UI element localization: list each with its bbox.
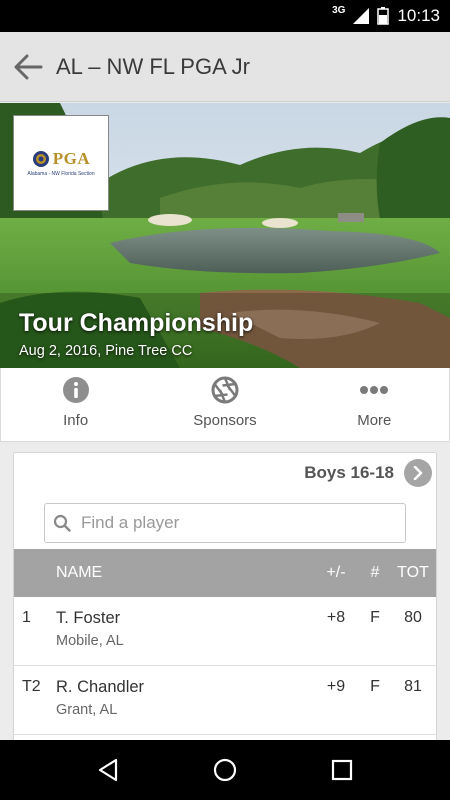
player-total: 81 [404,678,422,695]
player-score-diff: +9 [326,678,346,695]
tab-info-label: Info [63,412,89,429]
column-total: TOT [397,564,429,581]
more-dots-icon [360,386,389,394]
player-search-input[interactable] [81,513,381,533]
pga-section-logo: PGA Alabama - NW Florida Section [13,115,109,211]
nav-home-button[interactable] [200,745,250,795]
back-button[interactable] [0,32,56,102]
nav-home-icon [213,758,237,782]
table-row[interactable]: 1 T. Foster Mobile, AL +8 F 80 [14,597,436,666]
battery-icon [377,7,390,25]
column-hole: # [370,564,380,581]
tab-more[interactable]: More [300,368,449,441]
aperture-icon [211,376,239,404]
next-division-button[interactable] [404,459,432,487]
event-date-location: Aug 2, 2016, Pine Tree CC [19,343,193,359]
app-title: AL – NW FL PGA Jr [56,53,250,79]
system-nav-bar [0,740,450,800]
tab-sponsors[interactable]: Sponsors [150,368,299,441]
clock: 10:13 [397,6,440,25]
pga-seal-icon [32,151,49,167]
player-score-diff: +8 [326,609,346,626]
nav-back-button[interactable] [83,745,133,795]
player-hole: F [370,609,380,626]
status-bar: 3G 10:13 [0,0,450,32]
back-arrow-icon [14,54,43,79]
chevron-right-icon [413,466,423,480]
nav-recents-button[interactable] [317,745,367,795]
signal-icon [353,8,370,24]
event-title: Tour Championship [19,309,254,337]
player-name: T. Foster [56,609,121,627]
info-icon [62,377,89,403]
app-bar: AL – NW FL PGA Jr [0,32,450,102]
leaderboard-header: NAME +/- # TOT [14,549,436,597]
logo-wordmark: PGA [52,149,91,168]
player-total: 80 [404,609,422,626]
tab-more-label: More [357,412,392,429]
player-hole: F [370,678,380,695]
player-hometown: Grant, AL [56,702,118,718]
column-diff: +/- [326,564,346,581]
player-search-box[interactable] [44,503,406,543]
network-type: 3G [332,4,346,16]
logo-subtitle: Alabama - NW Florida Section [27,171,95,177]
column-name: NAME [56,564,103,581]
division-selector[interactable]: Boys 16-18 [14,453,436,493]
player-hometown: Mobile, AL [56,633,124,649]
leaderboard-card: Boys 16-18 NAME +/- # TOT 1 T. Foster Mo… [13,452,437,752]
nav-back-icon [99,758,118,782]
table-row[interactable]: T2 R. Chandler Grant, AL +9 F 81 [14,666,436,735]
tab-sponsors-label: Sponsors [193,412,257,429]
event-tabs: Info Sponsors More [0,368,450,442]
player-position: 1 [22,609,31,626]
player-position: T2 [22,678,41,695]
search-icon [53,514,71,532]
nav-recents-icon [331,759,352,781]
player-name: R. Chandler [56,678,145,696]
division-label: Boys 16-18 [304,463,394,482]
event-hero-image: PGA Alabama - NW Florida Section Tour Ch… [0,103,450,368]
tab-info[interactable]: Info [1,368,150,441]
